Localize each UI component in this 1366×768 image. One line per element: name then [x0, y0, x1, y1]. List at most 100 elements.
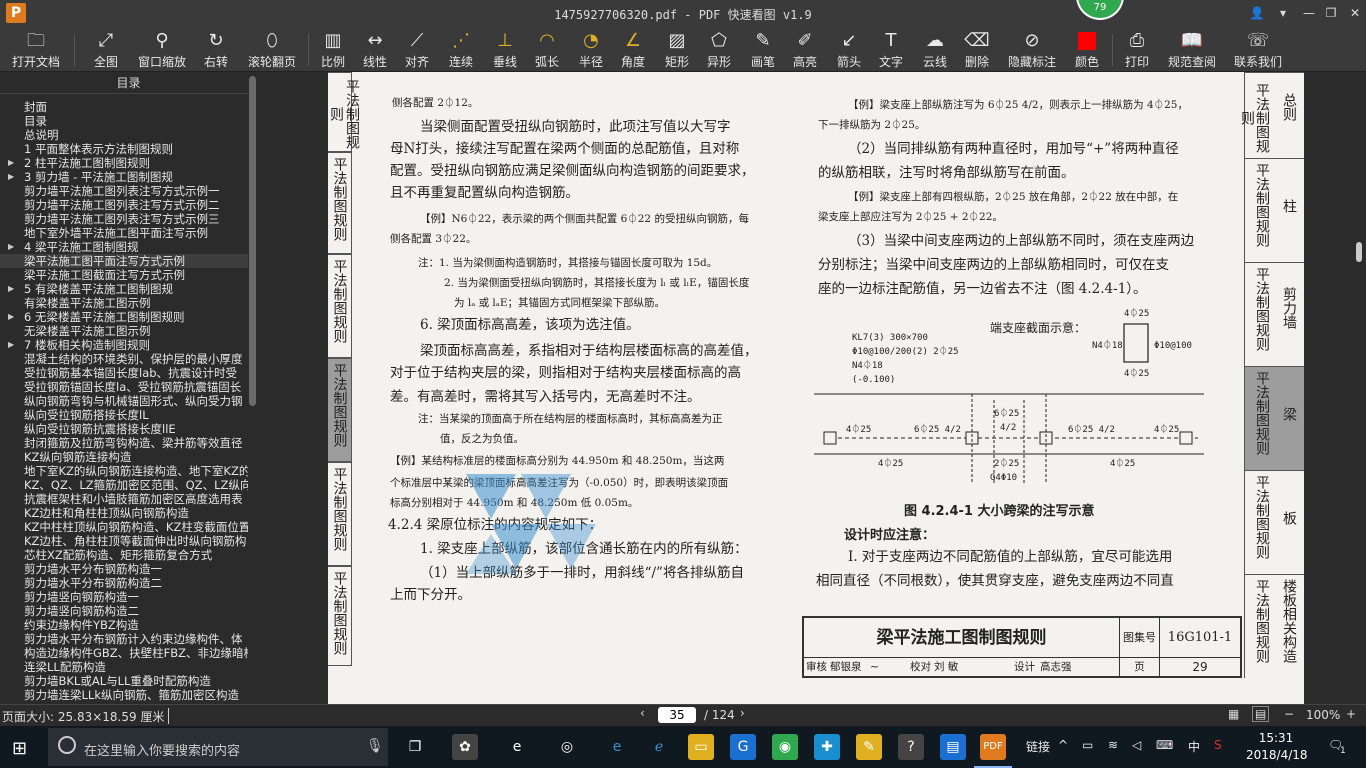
toc-item[interactable]: 封闭箍筋及拉筋弯钩构造、梁并筋等效直径	[0, 436, 248, 450]
taskbar-clock[interactable]: 15:31 2018/4/18	[1246, 730, 1308, 764]
color-button[interactable]: 颜色	[1070, 28, 1104, 72]
toc-item[interactable]: 混凝土结构的环境类别、保护层的最小厚度	[0, 352, 248, 366]
toc-item[interactable]: 剪力墙竖向钢筋构造二	[0, 604, 248, 618]
expand-arrow-icon[interactable]: ▶	[8, 170, 14, 184]
fit-page-button[interactable]: ⤢ 全图	[86, 28, 126, 72]
print-button[interactable]: ⎙ 打印	[1120, 28, 1154, 72]
toc-item[interactable]: 剪力墙平法施工图列表注写方式示例三	[0, 212, 248, 226]
toc-item[interactable]: 总说明	[0, 128, 248, 142]
ime-indicator[interactable]: 中	[1188, 738, 1200, 755]
battery-icon[interactable]: ▭	[1082, 738, 1093, 752]
next-page-icon[interactable]: ›	[740, 706, 745, 720]
toc-item[interactable]: 受拉钢筋基本锚固长度lab、抗震设计时受	[0, 366, 248, 380]
toc-item[interactable]: 剪力墙平法施工图列表注写方式示例一	[0, 184, 248, 198]
toc-item[interactable]: 有梁楼盖平法施工图示例	[0, 296, 248, 310]
window-zoom-button[interactable]: ⚲ 窗口缩放	[134, 28, 190, 72]
pdf-viewer-taskbar-icon[interactable]: PDF	[980, 734, 1006, 760]
text-button[interactable]: T 文字	[874, 28, 908, 72]
toc-item[interactable]: 地下室外墙平法施工图平面注写示例	[0, 226, 248, 240]
toc-item[interactable]: 连梁LL配筋构造	[0, 660, 248, 674]
toc-item[interactable]: 构造边缘构件GBZ、扶壁柱FBZ、非边缘暗柱	[0, 646, 248, 660]
pinned-app-icon[interactable]: ✿	[452, 734, 478, 760]
scale-button[interactable]: ▥ 比例	[316, 28, 350, 72]
expand-arrow-icon[interactable]: ▶	[8, 310, 14, 324]
menu-chevron-icon[interactable]: ▾	[1274, 4, 1292, 22]
expand-arrow-icon[interactable]: ▶	[8, 156, 14, 170]
toc-item[interactable]: ▶ 5 有梁楼盖平法施工图制图规	[0, 282, 248, 296]
pinned-app-icon[interactable]: ◉	[772, 734, 798, 760]
pen-button[interactable]: ✎ 画笔	[746, 28, 780, 72]
toc-item[interactable]: ▶ 3 剪力墙 - 平法施工图制图规	[0, 170, 248, 184]
toc-item[interactable]: 剪力墙平法施工图列表注写方式示例二	[0, 198, 248, 212]
view-mode-icon[interactable]: ▦	[1228, 707, 1239, 721]
toc-item[interactable]: 受拉钢筋锚固长度la、受拉钢筋抗震锚固长	[0, 380, 248, 394]
toc-item[interactable]: 剪力墙水平分布钢筋计入约束边缘构件、体	[0, 632, 248, 646]
toc-item[interactable]: 无梁楼盖平法施工图示例	[0, 324, 248, 338]
polygon-area-button[interactable]: ⬠ 异形	[702, 28, 736, 72]
toc-item[interactable]: 剪力墙BKL或AL与LL重叠时配筋构造	[0, 674, 248, 688]
wifi-icon[interactable]: ≋	[1108, 738, 1118, 752]
toc-item[interactable]: 剪力墙连梁LLk纵向钢筋、箍筋加密区构造	[0, 688, 248, 702]
user-icon[interactable]: 👤	[1248, 4, 1266, 22]
standard-lookup-button[interactable]: 📖 规范查阅	[1164, 28, 1220, 72]
expand-arrow-icon[interactable]: ▶	[8, 338, 14, 352]
sogou-ime-icon[interactable]: S	[1214, 738, 1222, 752]
toc-item[interactable]: 纵向钢筋弯钩与机械锚固形式、纵向受力钢	[0, 394, 248, 408]
toc-item[interactable]: KZ、QZ、LZ箍筋加密区范围、QZ、LZ纵向钢	[0, 478, 248, 492]
toc-item[interactable]: 地下室KZ的纵向钢筋连接构造、地下室KZ的	[0, 464, 248, 478]
highlight-button[interactable]: ✐ 高亮	[788, 28, 822, 72]
help-icon[interactable]: ?	[898, 734, 924, 760]
expand-arrow-icon[interactable]: ▶	[8, 282, 14, 296]
prev-page-icon[interactable]: ‹	[640, 706, 645, 720]
document-viewer[interactable]: 平法制图规则 平法制图规则 平法制图规则 平法制图规则 平法制图规则 平法制图规…	[258, 72, 1366, 704]
toc-item[interactable]: 1 平面整体表示方法制图规则	[0, 142, 248, 156]
continuous-measure-button[interactable]: ⋰ 连续	[444, 28, 478, 72]
toc-item[interactable]: 剪力墙水平分布钢筋构造一	[0, 562, 248, 576]
toc-item[interactable]: 纵向受拉钢筋抗震搭接长度llE	[0, 422, 248, 436]
document-scrollbar-thumb[interactable]	[1356, 242, 1362, 262]
rotate-right-button[interactable]: ↻ 右转	[198, 28, 234, 72]
toc-item[interactable]: ▶ 4 梁平法施工图制图规	[0, 240, 248, 254]
keyboard-icon[interactable]: ⌨	[1156, 738, 1173, 752]
minimize-button[interactable]: —	[1300, 4, 1318, 22]
show-hidden-icons-icon[interactable]: ^	[1058, 738, 1068, 752]
maximize-button[interactable]: ❐	[1322, 4, 1340, 22]
tray-link-label[interactable]: 链接	[1026, 738, 1050, 755]
wheel-paging-button[interactable]: ⬯ 滚轮翻页	[244, 28, 300, 72]
ie-browser-icon[interactable]: e	[504, 734, 530, 760]
expand-arrow-icon[interactable]: ▶	[8, 240, 14, 254]
ie-browser-icon[interactable]: ℯ	[646, 734, 672, 760]
toc-item[interactable]: 纵向受拉钢筋搭接长度lL	[0, 408, 248, 422]
aligned-measure-button[interactable]: ⟋ 对齐	[400, 28, 434, 72]
radius-button[interactable]: ◔ 半径	[574, 28, 608, 72]
toc-item[interactable]: ▶ 2 柱平法施工图制图规则	[0, 156, 248, 170]
toc-item[interactable]: 芯柱XZ配筋构造、矩形箍筋复合方式	[0, 548, 248, 562]
windows-start-icon[interactable]: ⊞	[12, 738, 27, 759]
linear-measure-button[interactable]: ↔ 线性	[358, 28, 392, 72]
toc-item[interactable]: 约束边缘构件YBZ构造	[0, 618, 248, 632]
arrow-button[interactable]: ↙ 箭头	[832, 28, 866, 72]
pinned-app-icon[interactable]: ✎	[856, 734, 882, 760]
angle-button[interactable]: ∠ 角度	[616, 28, 650, 72]
toc-item[interactable]: KZ纵向钢筋连接构造	[0, 450, 248, 464]
toc-item[interactable]: 梁平法施工图平面注写方式示例	[0, 254, 248, 268]
zoom-in-icon[interactable]: +	[1346, 707, 1356, 721]
toc-item[interactable]: 封面	[0, 100, 248, 114]
task-view-icon[interactable]: ❐	[402, 734, 428, 760]
zoom-out-icon[interactable]: −	[1284, 707, 1294, 721]
delete-button[interactable]: ⌫ 删除	[960, 28, 994, 72]
pinned-app-icon[interactable]: ✚	[814, 734, 840, 760]
toc-scrollbar-thumb[interactable]	[249, 76, 256, 406]
open-document-button[interactable]: 🗀 打开文档	[8, 28, 64, 72]
pinned-app-icon[interactable]: G	[730, 734, 756, 760]
file-explorer-icon[interactable]: ▭	[688, 734, 714, 760]
cloud-line-button[interactable]: ☁ 云线	[918, 28, 952, 72]
pinned-app-icon[interactable]: ▤	[940, 734, 966, 760]
toc-item[interactable]: ▶ 7 楼板相关构造制图规则	[0, 338, 248, 352]
microphone-icon[interactable]: 🎙	[366, 738, 384, 754]
toc-item[interactable]: 剪力墙水平分布钢筋构造二	[0, 576, 248, 590]
close-button[interactable]: ✕	[1346, 4, 1364, 22]
zoom-level[interactable]: 100%	[1306, 708, 1340, 722]
pinned-app-icon[interactable]: ◎	[554, 734, 580, 760]
current-page-input[interactable]: 35	[658, 707, 696, 723]
